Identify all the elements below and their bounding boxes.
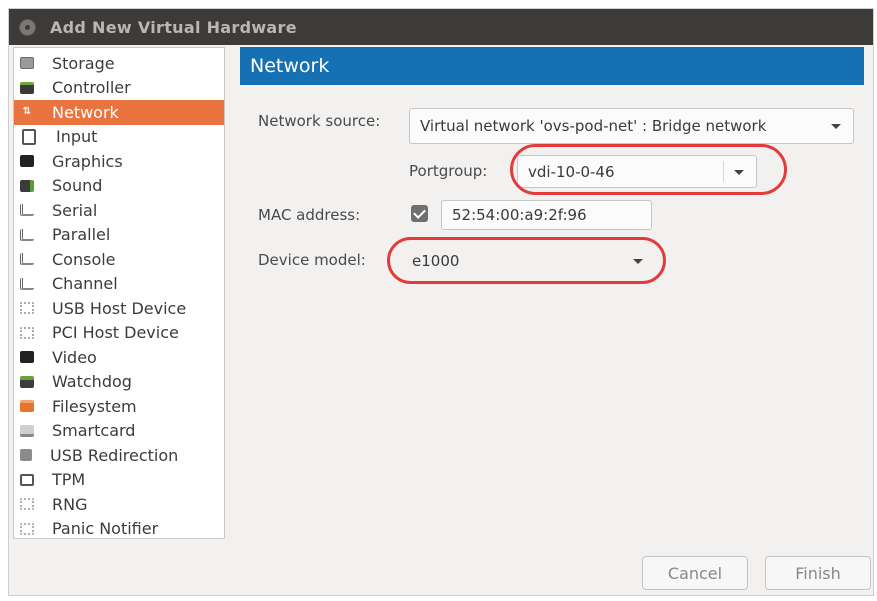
sidebar-item-input[interactable]: Input	[14, 125, 224, 150]
sidebar-item-graphics[interactable]: Graphics	[14, 149, 224, 174]
sidebar-item-label: Panic Notifier	[52, 519, 159, 539]
sidebar-item-console[interactable]: Console	[14, 247, 224, 272]
portgroup-value: vdi-10-0-46	[528, 162, 615, 181]
title-bar: Add New Virtual Hardware	[9, 9, 873, 45]
finish-button[interactable]: Finish	[765, 556, 871, 590]
folder-icon	[20, 400, 34, 413]
console-port-icon	[20, 253, 34, 266]
sidebar-item-channel[interactable]: Channel	[14, 272, 224, 297]
sidebar-item-sound[interactable]: Sound	[14, 174, 224, 199]
sidebar-item-label: Network	[52, 102, 119, 122]
sidebar-item-watchdog[interactable]: Watchdog	[14, 370, 224, 395]
sidebar-item-video[interactable]: Video	[14, 345, 224, 370]
close-window-icon[interactable]	[19, 18, 36, 36]
combo-divider	[723, 161, 724, 182]
sidebar-item-label: Parallel	[52, 225, 111, 245]
mac-address-field[interactable]: 52:54:00:a9:2f:96	[441, 200, 652, 230]
device-model-value: e1000	[412, 251, 460, 270]
sidebar-item-label: RNG	[52, 494, 88, 514]
network-source-dropdown[interactable]: Virtual network 'ovs-pod-net' : Bridge n…	[409, 108, 854, 144]
sidebar-item-rng[interactable]: RNG	[14, 492, 224, 517]
sidebar-item-label: Storage	[52, 53, 115, 73]
sidebar-item-tpm[interactable]: TPM	[14, 468, 224, 493]
hardware-type-list: Storage Controller ⇅ Network Input Graphi…	[13, 47, 225, 539]
device-model-label: Device model:	[258, 251, 366, 269]
smartcard-icon	[20, 424, 34, 437]
sidebar-item-label: USB Host Device	[52, 298, 187, 318]
mac-address-value: 52:54:00:a9:2f:96	[452, 206, 587, 224]
watchdog-icon	[20, 375, 34, 388]
portgroup-label: Portgroup:	[409, 162, 488, 180]
chevron-down-icon[interactable]	[734, 169, 744, 175]
sidebar-item-label: Controller	[52, 78, 131, 98]
sidebar-item-label: Video	[52, 347, 97, 367]
sidebar-item-smartcard[interactable]: Smartcard	[14, 419, 224, 444]
network-icon: ⇅	[22, 106, 32, 118]
sidebar-item-serial[interactable]: Serial	[14, 198, 224, 223]
sidebar-item-usb-host-device[interactable]: USB Host Device	[14, 296, 224, 321]
mac-address-checkbox[interactable]	[411, 205, 428, 222]
usb-device-icon	[20, 302, 34, 315]
sidebar-item-label: Graphics	[52, 151, 123, 171]
sidebar-item-label: Filesystem	[52, 396, 137, 416]
sidebar-item-usb-redirection[interactable]: USB Redirection	[14, 443, 224, 468]
chevron-down-icon	[633, 258, 643, 264]
sidebar-item-label: Channel	[52, 274, 118, 294]
parallel-port-icon	[20, 228, 34, 241]
sidebar-item-label: Input	[56, 127, 98, 147]
controller-icon	[20, 81, 34, 94]
rng-icon	[20, 498, 34, 511]
sidebar-item-label: USB Redirection	[50, 445, 179, 465]
sidebar-item-parallel[interactable]: Parallel	[14, 223, 224, 248]
storage-icon	[20, 57, 34, 70]
sidebar-item-controller[interactable]: Controller	[14, 76, 224, 101]
pci-device-icon	[20, 326, 34, 339]
serial-port-icon	[20, 204, 34, 217]
channel-port-icon	[20, 277, 34, 290]
sidebar-item-label: Sound	[52, 176, 103, 196]
portgroup-combo[interactable]: vdi-10-0-46	[517, 155, 757, 188]
panic-notifier-icon	[20, 522, 34, 535]
sidebar-item-filesystem[interactable]: Filesystem	[14, 394, 224, 419]
network-source-value: Virtual network 'ovs-pod-net' : Bridge n…	[420, 117, 767, 135]
monitor-icon	[20, 155, 34, 168]
mac-address-label: MAC address:	[258, 206, 361, 224]
sidebar-item-label: Watchdog	[52, 372, 132, 392]
device-model-dropdown[interactable]: e1000	[401, 244, 656, 277]
network-source-label: Network source:	[258, 112, 381, 130]
sidebar-item-panic-notifier[interactable]: Panic Notifier	[14, 517, 224, 542]
chevron-down-icon	[831, 124, 841, 129]
sidebar-item-network[interactable]: ⇅ Network	[14, 100, 224, 125]
sound-card-icon	[20, 179, 34, 192]
video-icon	[20, 351, 34, 364]
mouse-icon	[22, 128, 36, 145]
sidebar-item-storage[interactable]: Storage	[14, 51, 224, 76]
tpm-icon	[20, 473, 34, 486]
sidebar-item-pci-host-device[interactable]: PCI Host Device	[14, 321, 224, 346]
sidebar-item-label: TPM	[52, 470, 86, 490]
sidebar-item-label: Console	[52, 249, 116, 269]
panel-title: Network	[240, 47, 864, 85]
sidebar-item-label: Serial	[52, 200, 98, 220]
usb-redirection-icon	[20, 449, 32, 462]
window-title: Add New Virtual Hardware	[50, 17, 297, 37]
sidebar-item-label: Smartcard	[52, 421, 136, 441]
sidebar-item-label: PCI Host Device	[52, 323, 179, 343]
cancel-button[interactable]: Cancel	[642, 556, 748, 590]
